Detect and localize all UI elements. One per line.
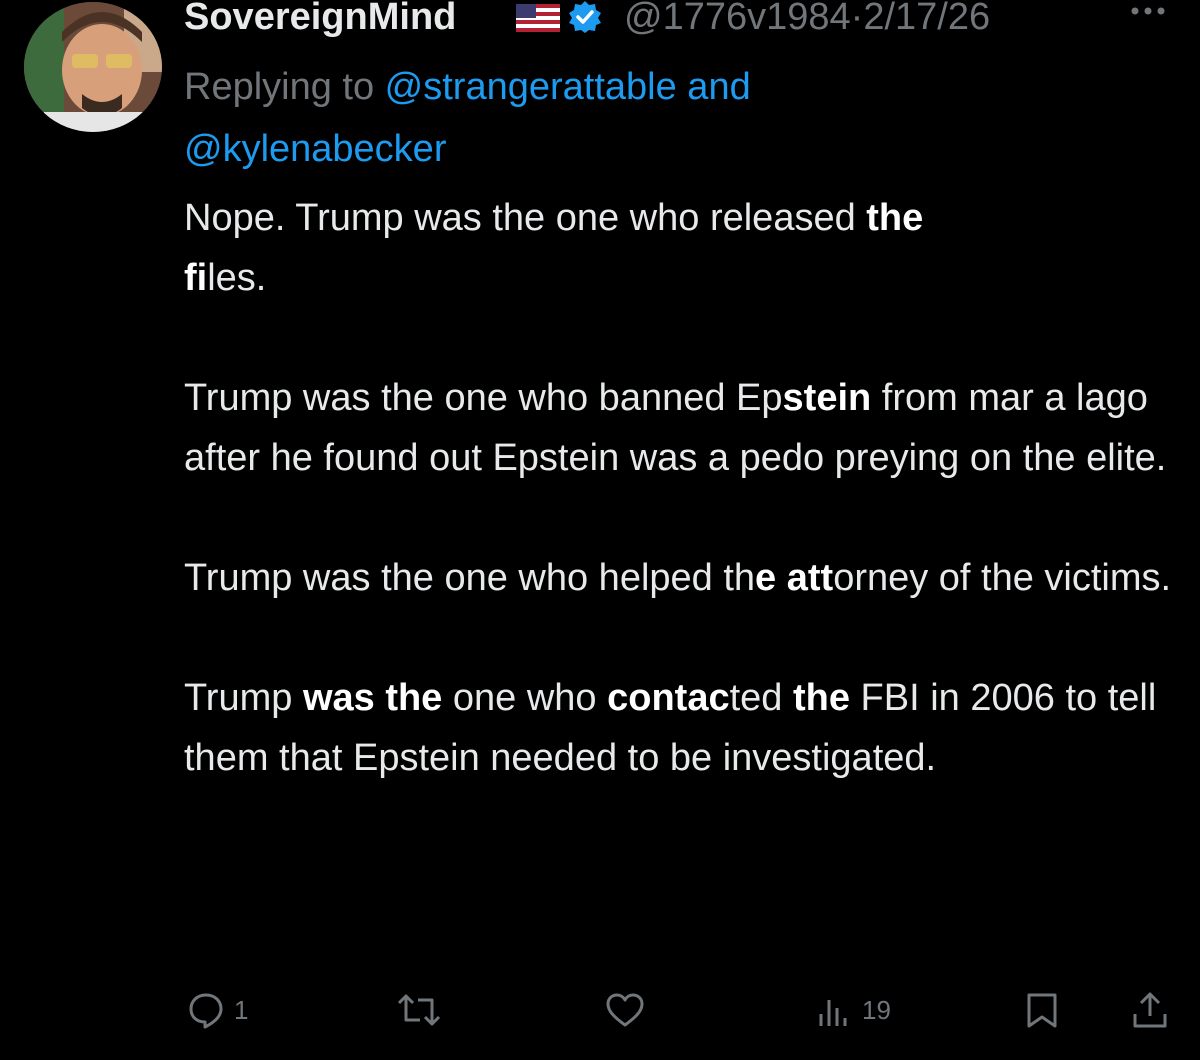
views-icon: [819, 1000, 847, 1026]
share-icon: [1133, 992, 1167, 1028]
share-button[interactable]: [1130, 980, 1170, 1040]
reply-user-kylenabecker[interactable]: @kylenabecker: [184, 128, 446, 170]
bold-span: fi: [184, 257, 208, 299]
tweet-date[interactable]: 2/17/26: [863, 0, 990, 38]
reply-button[interactable]: 1: [186, 980, 248, 1040]
action-bar: 1 19: [0, 980, 1200, 1040]
reply-count: 1: [234, 994, 249, 1025]
handle-and-date: @1776v1984·2/17/26: [624, 0, 990, 42]
avatar-image: [24, 2, 162, 132]
retweet-icon: [397, 994, 441, 1026]
reply-conjunction[interactable]: and: [677, 66, 750, 108]
more-icon[interactable]: [1130, 6, 1166, 16]
text-span: one who: [442, 677, 608, 719]
separator: ·: [850, 0, 864, 38]
tweet-header: SovereignMind @1776v1984·2/17/26: [184, 0, 1184, 42]
bold-span: the: [866, 197, 924, 239]
text-span: les.: [207, 257, 267, 299]
text-span: ted: [729, 677, 793, 719]
retweet-button[interactable]: [396, 980, 450, 1040]
text-span: Trump: [184, 677, 303, 719]
paragraph-4: Trump was the one who contacted the FBI …: [184, 668, 1174, 788]
heart-icon: [606, 993, 644, 1027]
handle[interactable]: @1776v1984: [624, 0, 851, 38]
replying-to-prefix: Replying to: [184, 66, 385, 108]
reply-icon: [189, 993, 223, 1029]
views-count: 19: [862, 994, 891, 1025]
like-button[interactable]: [604, 980, 654, 1040]
us-flag-icon: [516, 4, 560, 32]
text-span: orney of the victims.: [833, 557, 1172, 599]
tweet-text: Nope. Trump was the one who released the…: [184, 188, 1174, 788]
verified-badge-icon[interactable]: [568, 0, 602, 34]
paragraph-1: Nope. Trump was the one who released the…: [184, 188, 1174, 308]
bold-span: was the: [302, 677, 443, 719]
text-span: Trump was the one who banned Ep: [184, 377, 783, 419]
bookmark-icon: [1027, 993, 1057, 1028]
text-span: Trump was the one who helped th: [184, 557, 756, 599]
bold-span: stein: [782, 377, 872, 419]
bold-span: e att: [755, 557, 834, 599]
display-name[interactable]: SovereignMind: [184, 0, 456, 42]
paragraph-2: Trump was the one who banned Epstein fro…: [184, 368, 1174, 488]
tweet: SovereignMind @1776v1984·2/17/26 Replyin…: [0, 0, 1200, 1060]
bookmark-button[interactable]: [1024, 980, 1060, 1040]
views-button[interactable]: 19: [814, 980, 891, 1040]
reply-user-strangerattable[interactable]: @strangerattable: [385, 66, 677, 108]
bold-span: the: [793, 677, 850, 719]
bold-span: contac: [607, 677, 730, 719]
paragraph-3: Trump was the one who helped the attorne…: [184, 548, 1174, 608]
text-span: Nope. Trump was the one who released: [184, 197, 867, 239]
avatar[interactable]: [24, 2, 162, 132]
replying-to: Replying to @strangerattable and @kylenab…: [184, 56, 1144, 180]
